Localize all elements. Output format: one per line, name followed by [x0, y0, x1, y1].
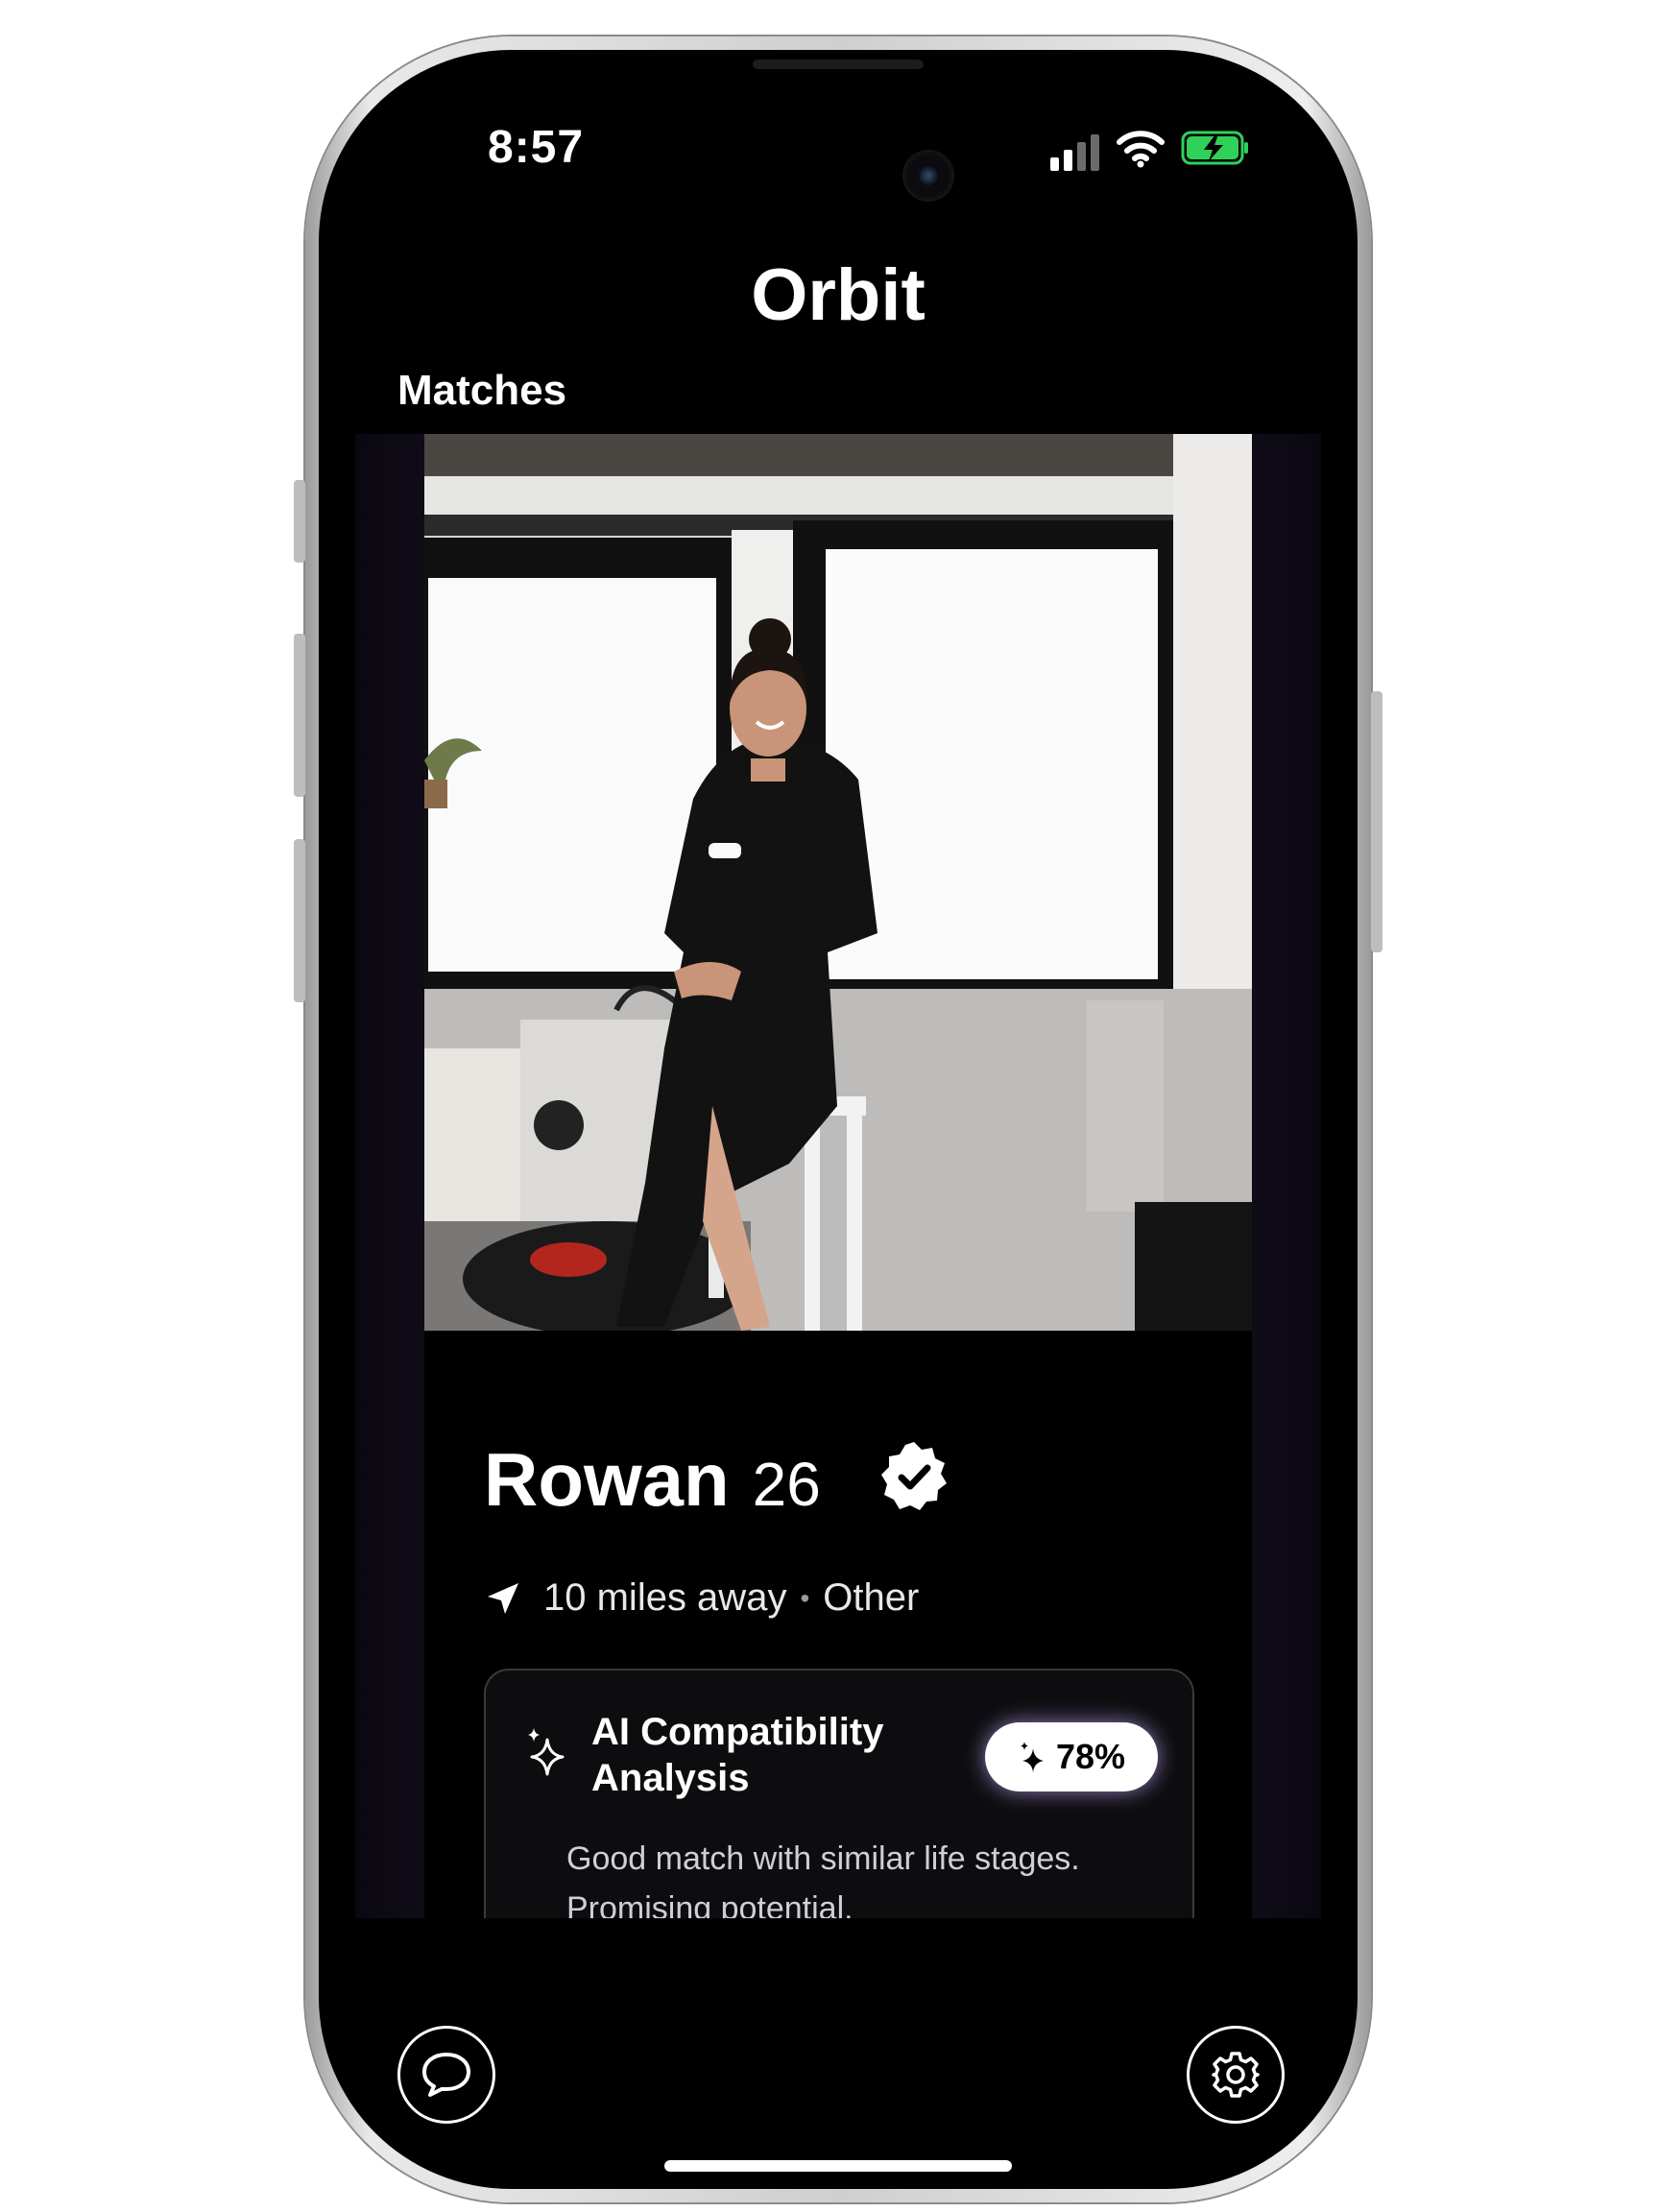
profile-card[interactable]: Rowan 26 10 miles away • Other AI Compati… [424, 434, 1252, 1918]
profile-name-row: Rowan 26 [484, 1436, 947, 1524]
gear-icon [1212, 2052, 1260, 2098]
gender-text: Other [823, 1576, 920, 1619]
app-title: Orbit [751, 254, 926, 336]
volume-down-button [294, 839, 305, 1002]
ai-analysis-summary: Good match with similar life stages. Pro… [566, 1840, 1080, 1918]
phone-screen: 8:57 Orbit Matches Rowan 26 10 miles awa… [319, 50, 1358, 2189]
sparkles-icon [528, 1728, 565, 1776]
action-button [294, 480, 305, 563]
cellular-signal-icon [1050, 132, 1102, 171]
front-camera [902, 150, 954, 202]
section-title: Matches [397, 367, 567, 414]
battery-charging-icon [1181, 131, 1248, 165]
home-indicator[interactable] [664, 2160, 1012, 2172]
earpiece-speaker [753, 60, 924, 69]
chat-bubble-icon [422, 2053, 470, 2097]
location-arrow-icon [488, 1582, 518, 1614]
status-time: 8:57 [488, 122, 585, 173]
settings-button[interactable] [1187, 2026, 1285, 2124]
messages-button[interactable] [397, 2026, 495, 2124]
sparkles-small-icon [1020, 1742, 1044, 1772]
ai-analysis-title: AI Compatibility Analysis [591, 1711, 884, 1799]
profile-age: 26 [752, 1450, 821, 1519]
ai-compatibility-card[interactable]: AI Compatibility Analysis 78% Good match… [484, 1669, 1194, 1918]
verified-badge-icon [881, 1442, 947, 1510]
profile-name: Rowan [484, 1437, 730, 1522]
profile-photo[interactable] [424, 434, 1252, 1331]
location-row: 10 miles away • Other [484, 1576, 919, 1620]
distance-text: 10 miles away [543, 1576, 787, 1619]
compatibility-score: 78% [1055, 1737, 1126, 1776]
wifi-icon [1117, 131, 1165, 168]
separator-dot: • [800, 1582, 810, 1613]
compatibility-score-badge: 78% [985, 1722, 1158, 1791]
power-button [1371, 691, 1382, 952]
volume-up-button [294, 634, 305, 797]
